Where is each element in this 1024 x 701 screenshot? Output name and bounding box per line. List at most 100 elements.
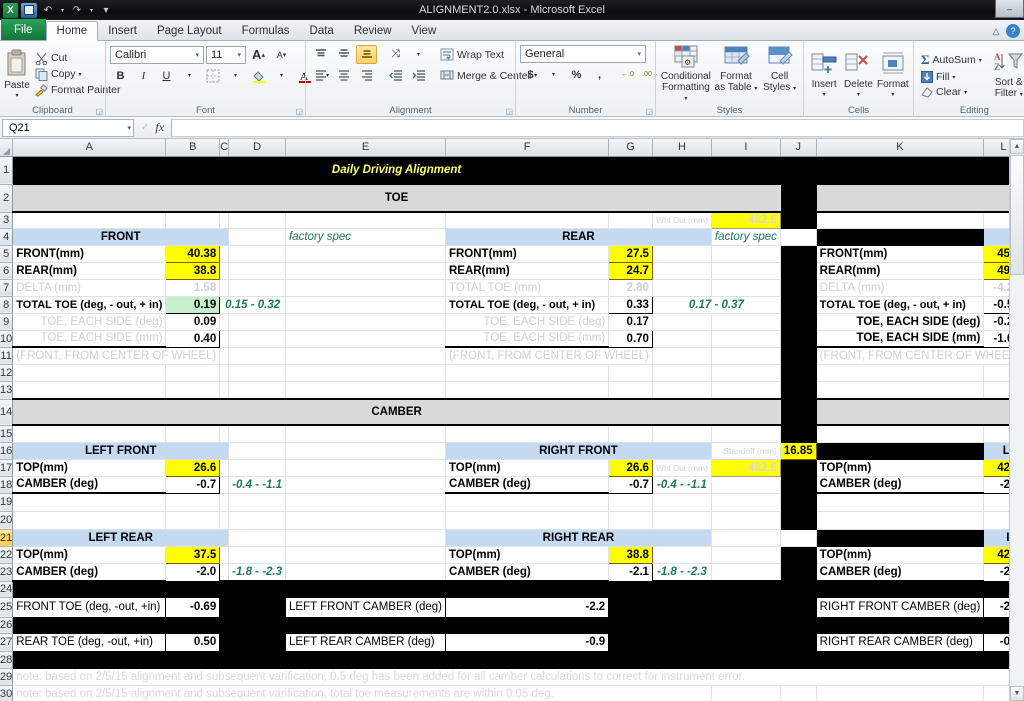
cell-c6[interactable] — [219, 262, 230, 280]
cell-a13[interactable] — [12, 381, 167, 400]
font-name-select[interactable]: Calibri ▾ — [110, 45, 204, 64]
cell-c15[interactable] — [219, 425, 230, 443]
cell-k13[interactable] — [816, 381, 985, 400]
borders-dropdown-icon[interactable]: ▾ — [225, 66, 246, 85]
cell-e13[interactable] — [285, 381, 446, 400]
tab-file[interactable]: File — [1, 19, 46, 40]
column-header-j[interactable]: J — [780, 139, 817, 157]
cell-j7[interactable] — [780, 279, 817, 297]
cell-i27[interactable] — [711, 633, 781, 652]
tab-home[interactable]: Home — [45, 21, 99, 41]
cell-i22[interactable] — [711, 546, 781, 564]
delta-lr-camber-value[interactable]: -0.9 — [444, 632, 610, 652]
sort-filter-button[interactable]: AZ Sort & Filter ▾ — [987, 45, 1024, 105]
insert-dropdown-icon[interactable]: ▾ — [823, 91, 826, 98]
row-header-21[interactable]: 21 — [0, 529, 14, 547]
clear-button[interactable]: Clear ▾ — [918, 85, 985, 99]
cell-h11[interactable] — [652, 347, 712, 365]
cell-c25[interactable] — [219, 597, 230, 618]
cell-j4[interactable] — [816, 228, 985, 246]
column-header-g[interactable]: G — [608, 139, 653, 157]
scroll-down-button[interactable]: ▼ — [1010, 686, 1024, 701]
column-header-b[interactable]: B — [165, 139, 221, 157]
tab-page-layout[interactable]: Page Layout — [147, 21, 232, 40]
cell-b13[interactable] — [165, 381, 221, 400]
copy-dropdown-icon[interactable]: ▾ — [79, 71, 82, 78]
cell-j16[interactable] — [816, 442, 985, 460]
cell-b20[interactable] — [165, 511, 221, 530]
daily-toe-rear-front-value[interactable]: 27.5 — [608, 244, 653, 263]
cell-j27[interactable] — [780, 633, 817, 652]
cell-j18[interactable] — [780, 476, 817, 494]
daily-camber-rf-camber-value[interactable]: -0.7 — [608, 475, 653, 494]
cell-f12[interactable] — [445, 364, 610, 382]
cell-h30[interactable] — [652, 685, 712, 701]
deltas-spacer-row-26[interactable] — [12, 617, 1024, 634]
cell-c13[interactable] — [219, 381, 230, 400]
row-header-18[interactable]: 18 — [0, 476, 14, 494]
row-header-17[interactable]: 17 — [0, 459, 14, 477]
cell-j23[interactable] — [780, 563, 817, 582]
cell-d11[interactable] — [228, 347, 287, 365]
daily-toe-front-total-deg-value[interactable]: 0.19 — [165, 295, 221, 314]
cell-h25[interactable] — [652, 597, 712, 618]
enter-formula-icon[interactable]: ✓ — [141, 122, 149, 133]
daily-toe-front-each-mm-value[interactable]: 0.40 — [165, 329, 221, 348]
column-header-i[interactable]: I — [711, 139, 781, 157]
row-header-20[interactable]: 20 — [0, 511, 14, 530]
cell-d22[interactable] — [228, 546, 287, 564]
cell-e21[interactable] — [285, 529, 446, 547]
row-header-23[interactable]: 23 — [0, 563, 14, 582]
cell-j22[interactable] — [780, 546, 817, 564]
clipboard-dialog-launcher[interactable]: ◲ — [95, 107, 103, 116]
cell-k12[interactable] — [816, 364, 985, 382]
column-header-a[interactable]: A — [12, 139, 167, 157]
tab-formulas[interactable]: Formulas — [232, 21, 300, 40]
autosum-dropdown-icon[interactable]: ▾ — [979, 57, 982, 64]
daily-toe-rear-rear-value[interactable]: 24.7 — [608, 261, 653, 280]
cell-d3[interactable] — [228, 212, 287, 229]
daily-camber-lf-camber-value[interactable]: -0.7 — [165, 475, 221, 494]
cell-j15[interactable] — [780, 425, 817, 443]
cell-d9[interactable] — [228, 313, 287, 331]
cell-i12[interactable] — [711, 364, 781, 382]
cell-j25[interactable] — [780, 597, 817, 618]
cell-i23[interactable] — [711, 563, 781, 582]
align-left-button[interactable] — [310, 66, 331, 85]
cell-i4[interactable] — [780, 228, 817, 246]
cell-g27[interactable] — [608, 633, 653, 652]
cell-c10[interactable] — [219, 330, 230, 348]
cell-h5[interactable] — [652, 245, 712, 263]
daily-toe-front-front-value[interactable]: 40.38 — [165, 244, 221, 263]
cell-e22[interactable] — [285, 546, 446, 564]
cell-c27[interactable] — [219, 633, 230, 652]
row-header-30[interactable]: 30 — [0, 685, 14, 701]
help-icon[interactable]: ? — [1006, 24, 1020, 38]
cell-d15[interactable] — [228, 425, 287, 443]
grow-font-button[interactable]: A ▴ — [248, 45, 269, 64]
tab-view[interactable]: View — [402, 21, 447, 40]
cell-e8[interactable] — [285, 296, 446, 314]
cell-g12[interactable] — [608, 364, 653, 382]
daily-camber-whl-dia-value[interactable]: 482.6 — [710, 458, 781, 477]
cell-c9[interactable] — [219, 313, 230, 331]
cell-styles-button[interactable]: Cell Styles ▾ — [760, 45, 799, 93]
daily-toe-whl-dia-value[interactable]: 482.6 — [710, 211, 781, 229]
cell-d19[interactable] — [228, 493, 287, 512]
row-header-7[interactable]: 7 — [0, 279, 14, 297]
daily-toe-front-delta-value[interactable]: 1.58 — [165, 279, 221, 297]
cell-g19[interactable] — [608, 493, 653, 512]
format-cells-button[interactable]: Format ▾ — [877, 45, 909, 105]
daily-camber-standoff-value[interactable]: 16.85 — [779, 441, 817, 460]
cell-k15[interactable] — [816, 425, 985, 443]
row-header-22[interactable]: 22 — [0, 546, 14, 564]
currency-dropdown-icon[interactable]: ▾ — [543, 65, 564, 84]
scroll-up-button[interactable]: ▲ — [1010, 139, 1024, 154]
cell-j20[interactable] — [780, 511, 817, 530]
cell-i21[interactable] — [780, 529, 817, 547]
cell-c5[interactable] — [219, 245, 230, 263]
align-middle-button[interactable] — [333, 45, 354, 64]
cell-h21[interactable] — [711, 529, 781, 547]
row-header-10[interactable]: 10 — [0, 330, 14, 348]
row-header-12[interactable]: 12 — [0, 364, 14, 382]
